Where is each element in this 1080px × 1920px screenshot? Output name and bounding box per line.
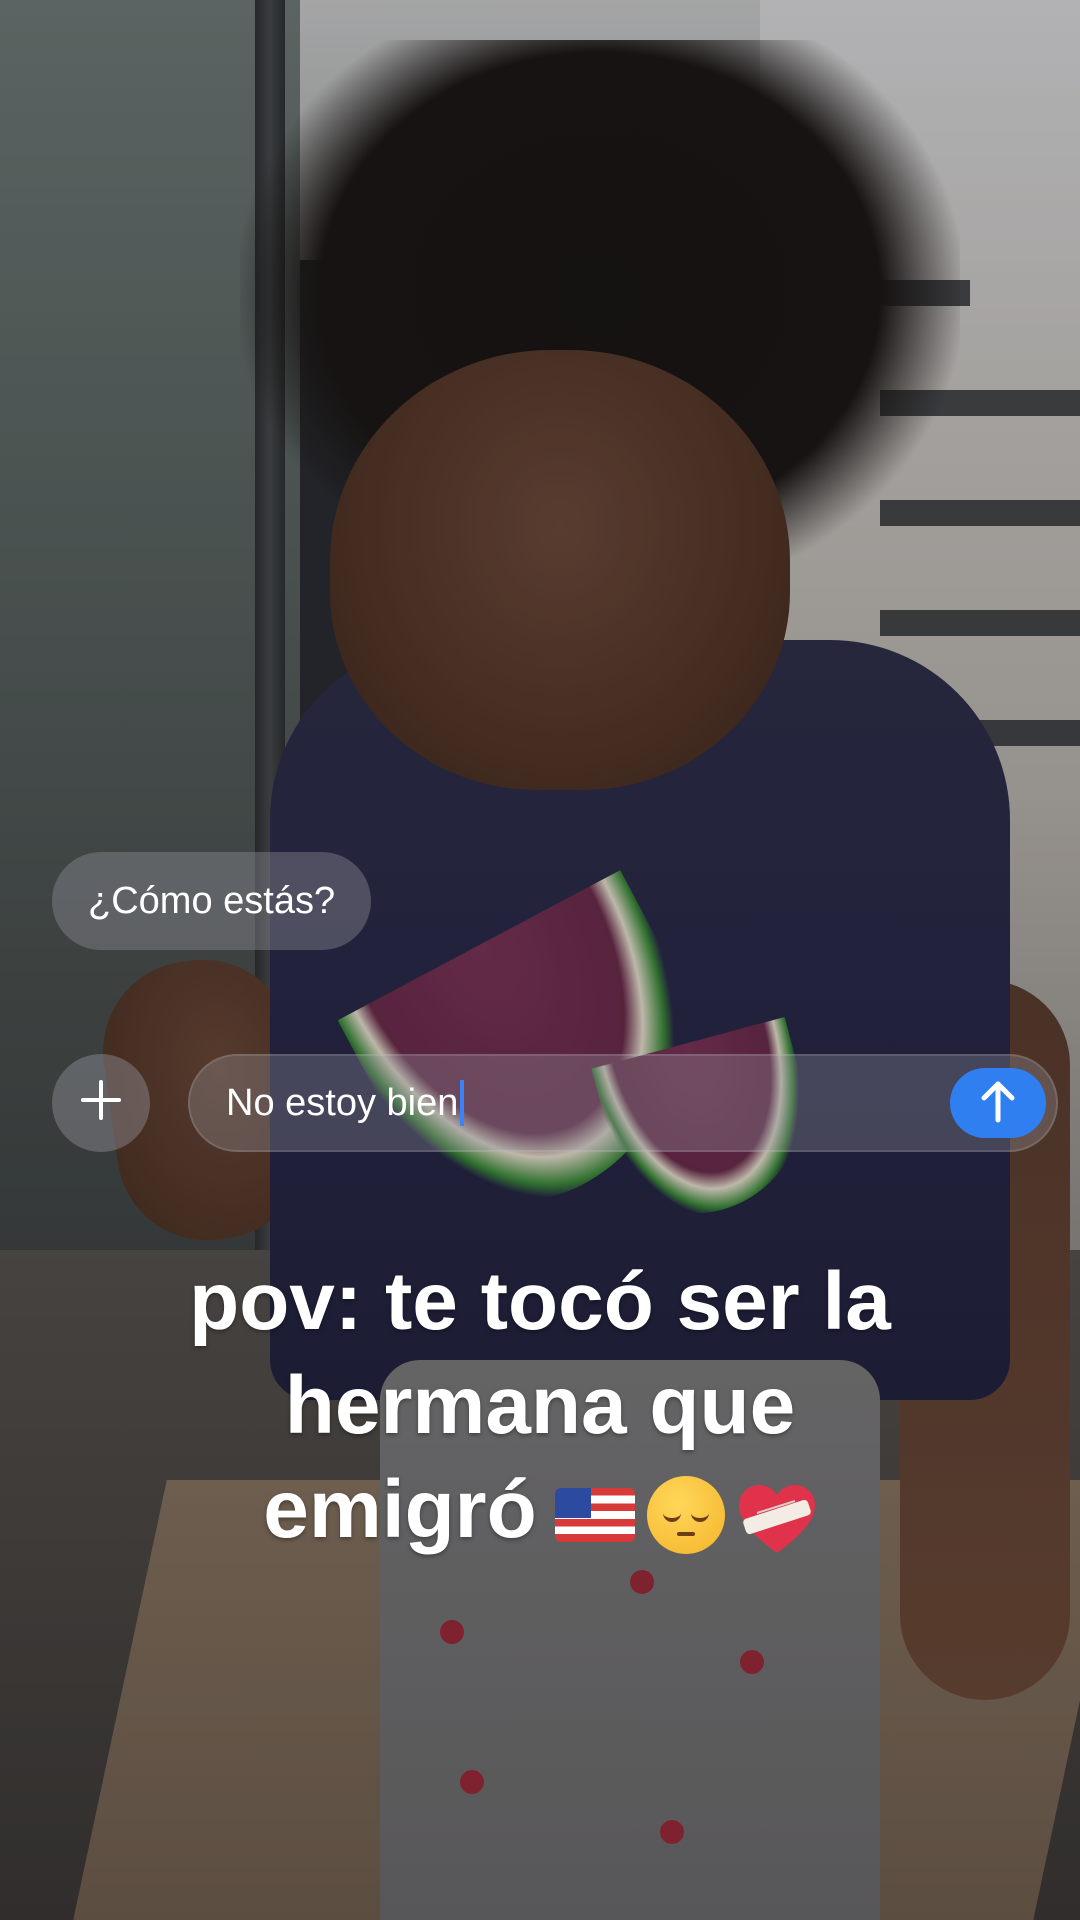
us-flag-emoji xyxy=(554,1488,635,1543)
text-caret xyxy=(460,1080,465,1126)
video-caption: pov: te tocó ser la hermana que emigró xyxy=(40,1250,1040,1562)
caption-line-1: pov: te tocó ser la xyxy=(189,1256,891,1347)
message-input[interactable]: No estoy bien xyxy=(188,1054,1058,1152)
caption-emojis xyxy=(554,1476,817,1555)
plus-icon xyxy=(79,1075,123,1131)
caption-line-2: hermana que xyxy=(284,1360,796,1451)
send-button[interactable] xyxy=(950,1068,1046,1138)
caption-line-3: emigró xyxy=(40,1458,1040,1562)
caption-line-3-text: emigró xyxy=(263,1464,537,1555)
add-attachment-button[interactable] xyxy=(52,1054,150,1152)
message-input-field[interactable]: No estoy bien xyxy=(226,1056,465,1150)
message-input-value: No estoy bien xyxy=(226,1081,459,1124)
photo-dim xyxy=(0,0,1080,1920)
received-message-bubble: ¿Cómo estás? xyxy=(52,852,372,950)
background-photo xyxy=(0,0,1080,1920)
received-message-text: ¿Cómo estás? xyxy=(88,879,336,922)
pensive-face-emoji xyxy=(646,1476,725,1555)
mending-heart-emoji xyxy=(737,1478,817,1554)
arrow-up-icon xyxy=(978,1078,1018,1129)
